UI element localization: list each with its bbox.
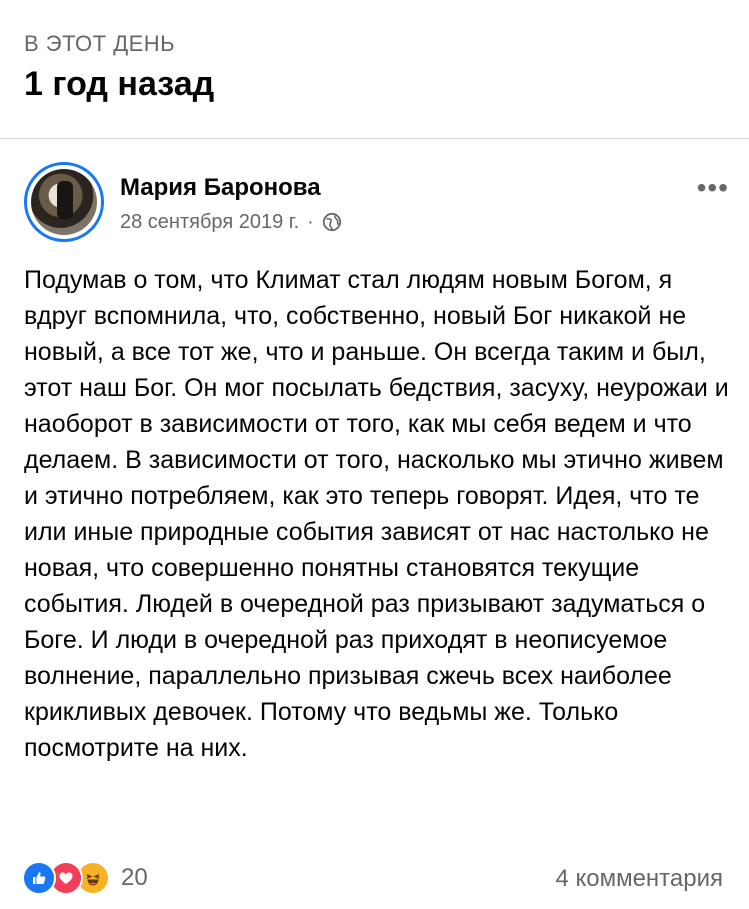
memories-header: В ЭТОТ ДЕНЬ 1 год назад <box>24 30 214 104</box>
page-title: 1 год назад <box>24 65 215 103</box>
post-meta: 28 сентября 2019 г. · <box>120 210 342 234</box>
avatar[interactable] <box>24 162 104 242</box>
meta-separator: · <box>307 211 314 233</box>
post-body: Подумав о том, что Климат стал людям нов… <box>24 262 729 766</box>
author-name[interactable]: Мария Баронова <box>120 174 321 202</box>
globe-icon <box>322 212 341 232</box>
post-date[interactable]: 28 сентября 2019 г. <box>120 210 299 234</box>
post-text: Подумав о том, что Климат стал людям нов… <box>24 266 729 762</box>
section-kicker: В ЭТОТ ДЕНЬ <box>24 31 176 56</box>
divider <box>0 138 749 139</box>
comments-link[interactable]: 4 комментария <box>555 864 723 894</box>
reaction-count: 20 <box>121 864 148 891</box>
reactions-summary[interactable]: 20 <box>22 860 148 896</box>
like-icon <box>22 861 56 895</box>
more-options-button[interactable]: ••• <box>697 174 729 202</box>
avatar-photo <box>31 169 97 235</box>
post-header: Мария Баронова 28 сентября 2019 г. · ••• <box>24 160 729 244</box>
